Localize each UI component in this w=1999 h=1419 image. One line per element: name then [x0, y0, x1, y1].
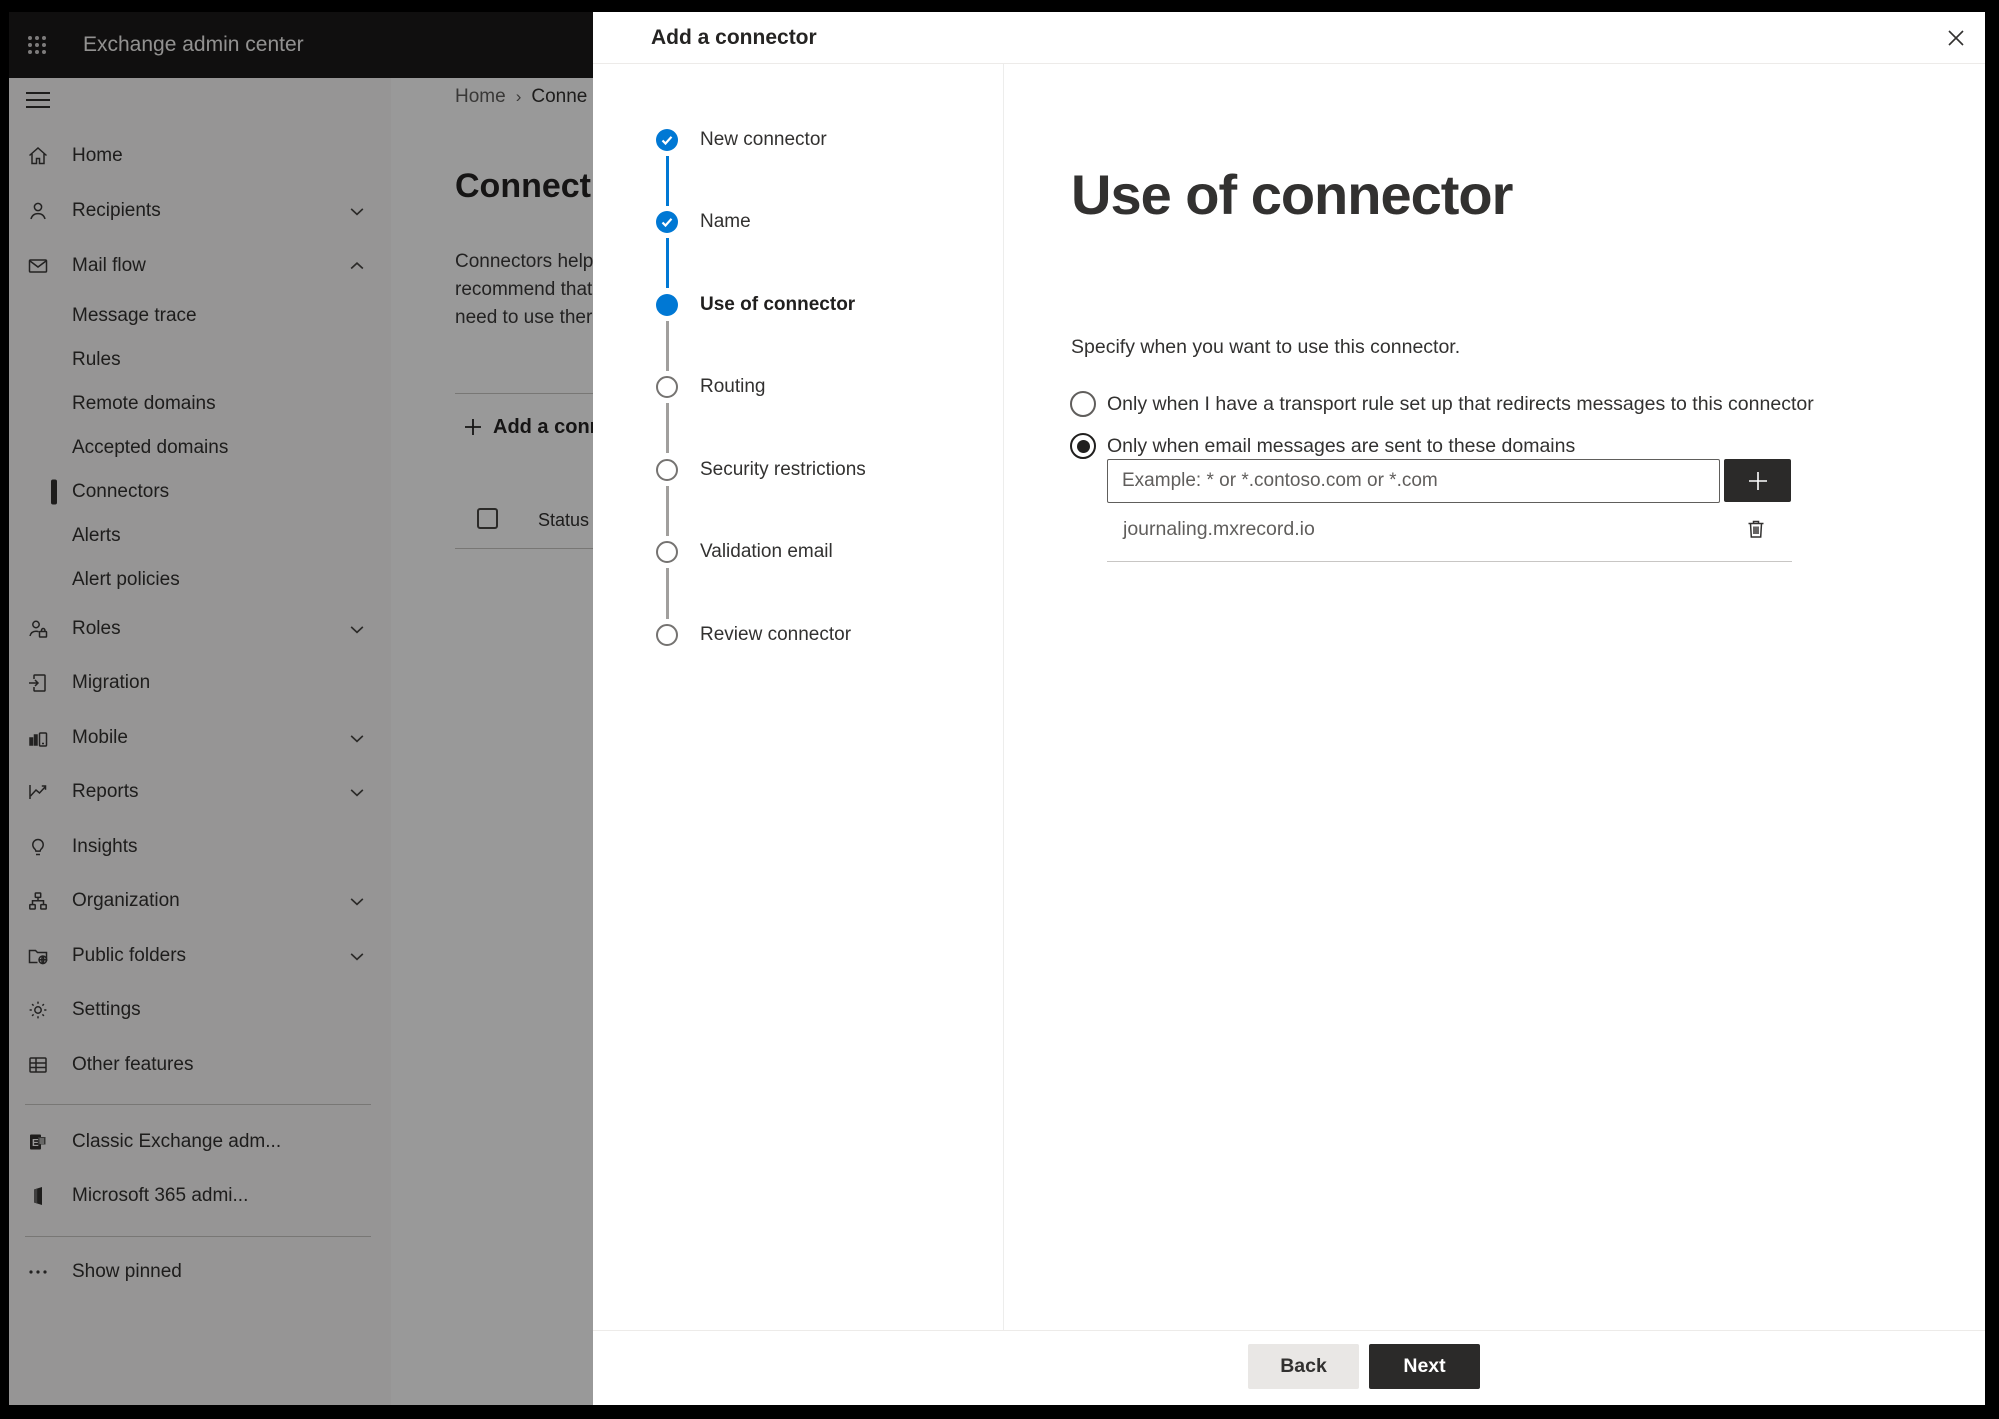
step-todo-icon	[656, 541, 678, 563]
add-connector-flyout: Add a connector New connector Name Use o…	[593, 12, 1985, 1405]
radio-option-sent-to-domains[interactable]: Only when email messages are sent to the…	[1070, 433, 1575, 459]
step-todo-icon	[656, 459, 678, 481]
trash-icon[interactable]	[1743, 516, 1769, 542]
wizard-content-divider	[1003, 64, 1004, 1330]
screenshot-frame: Exchange admin center Home Recipients Ma…	[0, 0, 1999, 1419]
step-done-icon	[656, 211, 678, 233]
step-connector-line	[665, 403, 669, 453]
radio-unselected-icon[interactable]	[1070, 391, 1096, 417]
panel-instruction: Specify when you want to use this connec…	[1071, 336, 1461, 358]
wizard-step-new-connector[interactable]: New connector	[700, 129, 827, 151]
step-current-icon	[656, 294, 678, 316]
wizard-step-routing[interactable]: Routing	[700, 376, 766, 398]
domain-row-divider	[1107, 561, 1792, 562]
next-button[interactable]: Next	[1369, 1344, 1480, 1389]
step-connector-line	[665, 156, 669, 206]
app-window: Exchange admin center Home Recipients Ma…	[9, 12, 1985, 1405]
add-domain-button[interactable]	[1724, 459, 1791, 502]
step-connector-line	[665, 238, 669, 288]
radio-selected-icon[interactable]	[1070, 433, 1096, 459]
step-connector-line	[665, 568, 669, 619]
domain-list-item: journaling.mxrecord.io	[1123, 518, 1315, 540]
flyout-header: Add a connector	[593, 12, 1985, 64]
step-connector-line	[665, 486, 669, 536]
step-todo-icon	[656, 624, 678, 646]
step-connector-line	[665, 321, 669, 371]
step-done-icon	[656, 129, 678, 151]
panel-heading: Use of connector	[1071, 163, 1513, 226]
wizard-step-validation-email[interactable]: Validation email	[700, 541, 833, 563]
footer-divider	[593, 1330, 1985, 1331]
wizard-step-use-of-connector[interactable]: Use of connector	[700, 294, 855, 316]
wizard-step-review-connector[interactable]: Review connector	[700, 624, 851, 646]
flyout-title: Add a connector	[651, 26, 817, 49]
domain-input[interactable]	[1107, 459, 1720, 503]
back-button[interactable]: Back	[1248, 1344, 1359, 1389]
radio-option-transport-rule[interactable]: Only when I have a transport rule set up…	[1070, 391, 1814, 417]
close-icon[interactable]	[1942, 24, 1970, 52]
wizard-step-name[interactable]: Name	[700, 211, 751, 233]
step-todo-icon	[656, 376, 678, 398]
wizard-step-security-restrictions[interactable]: Security restrictions	[700, 459, 866, 481]
